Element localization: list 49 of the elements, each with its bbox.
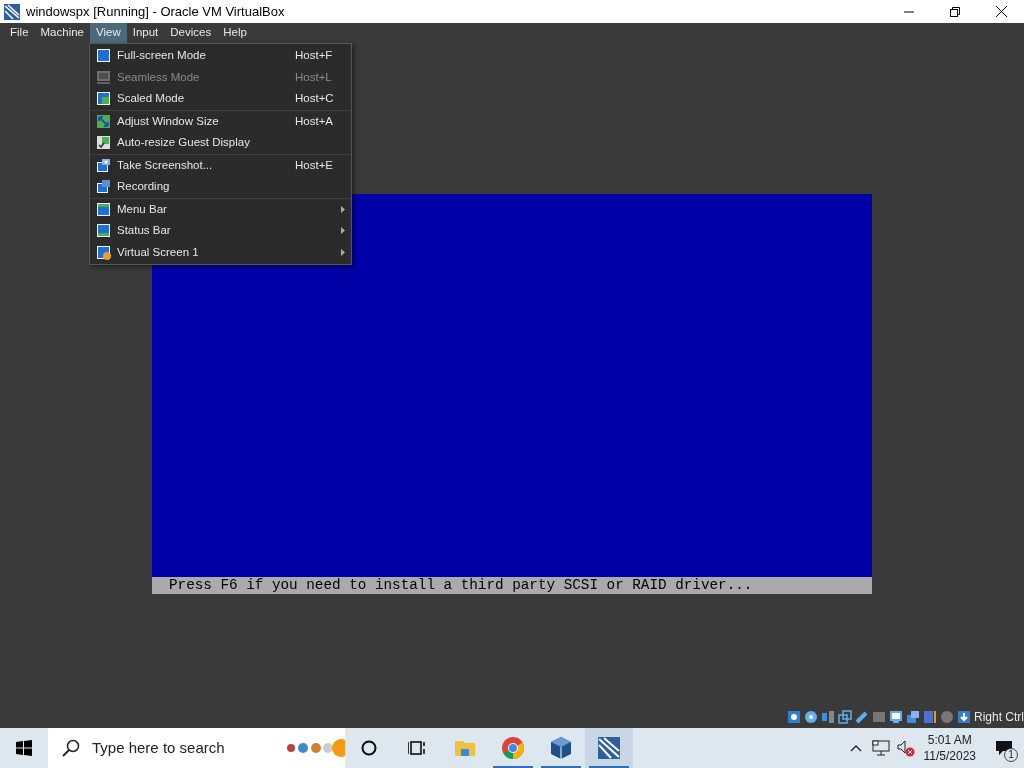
notification-count: 1 — [1004, 748, 1018, 762]
windows-logo-icon — [16, 740, 32, 756]
keyboard-icon[interactable] — [957, 710, 971, 724]
menu-item[interactable]: Status Bar — [90, 220, 351, 242]
search-bar[interactable]: Type here to search — [48, 728, 345, 768]
window-title: windowspx [Running] - Oracle VM VirtualBox — [25, 2, 286, 21]
menu-item[interactable]: Input — [126, 23, 165, 43]
menu-item[interactable]: Machine — [34, 23, 90, 43]
submenu-arrow-icon — [341, 205, 345, 213]
menu-item[interactable]: Virtual Screen 1 — [90, 241, 351, 263]
camera-icon — [96, 157, 111, 173]
menu-item[interactable]: Scaled Mode Host+C — [90, 88, 351, 110]
host-key-label: Right Ctrl — [974, 709, 1024, 726]
task-view-icon — [408, 740, 426, 756]
clock[interactable]: 5:01 AM 11/5/2023 — [923, 732, 976, 764]
optical-disc-icon[interactable] — [804, 710, 818, 724]
menu-item[interactable]: Full-screen Mode Host+F — [90, 45, 351, 67]
chevron-up-icon[interactable] — [849, 744, 862, 752]
virtual-machine-icon — [597, 736, 621, 760]
submenu-arrow-icon — [341, 227, 345, 235]
window-icon — [96, 223, 111, 239]
menu-item[interactable]: File — [4, 23, 35, 43]
submenu-arrow-icon — [341, 248, 345, 256]
taskbar-app-button[interactable] — [585, 728, 633, 768]
recording-icon[interactable] — [906, 710, 920, 724]
menu-item[interactable]: Menu Bar — [90, 198, 351, 220]
virtualization-icon[interactable] — [923, 710, 937, 724]
network-icon[interactable] — [838, 710, 852, 724]
menu-item[interactable]: View — [90, 23, 127, 43]
restore-icon — [950, 6, 960, 17]
network-icon[interactable] — [871, 740, 890, 756]
resize-icon — [96, 113, 111, 129]
menu-item[interactable]: Adjust Window Size Host+A — [90, 110, 351, 132]
notifications-button[interactable]: 1 — [984, 728, 1024, 768]
search-icon — [62, 739, 80, 757]
circle-icon — [361, 740, 377, 756]
display-icon[interactable] — [889, 710, 903, 724]
cube-icon — [549, 736, 573, 760]
volume-muted-icon[interactable] — [895, 739, 916, 757]
menu-item[interactable]: Help — [217, 23, 253, 43]
close-icon — [995, 6, 1007, 17]
chrome-icon — [501, 736, 525, 760]
search-field[interactable]: Type here to search — [92, 736, 252, 760]
window-icon — [96, 201, 111, 217]
menu-item[interactable]: Auto-resize Guest Display — [90, 132, 351, 154]
menu-item[interactable]: Devices — [164, 23, 218, 43]
menu-item[interactable]: Recording — [90, 176, 351, 198]
chat-icon — [995, 740, 1013, 756]
menu-item[interactable]: Take Screenshot... Host+E — [90, 154, 351, 176]
